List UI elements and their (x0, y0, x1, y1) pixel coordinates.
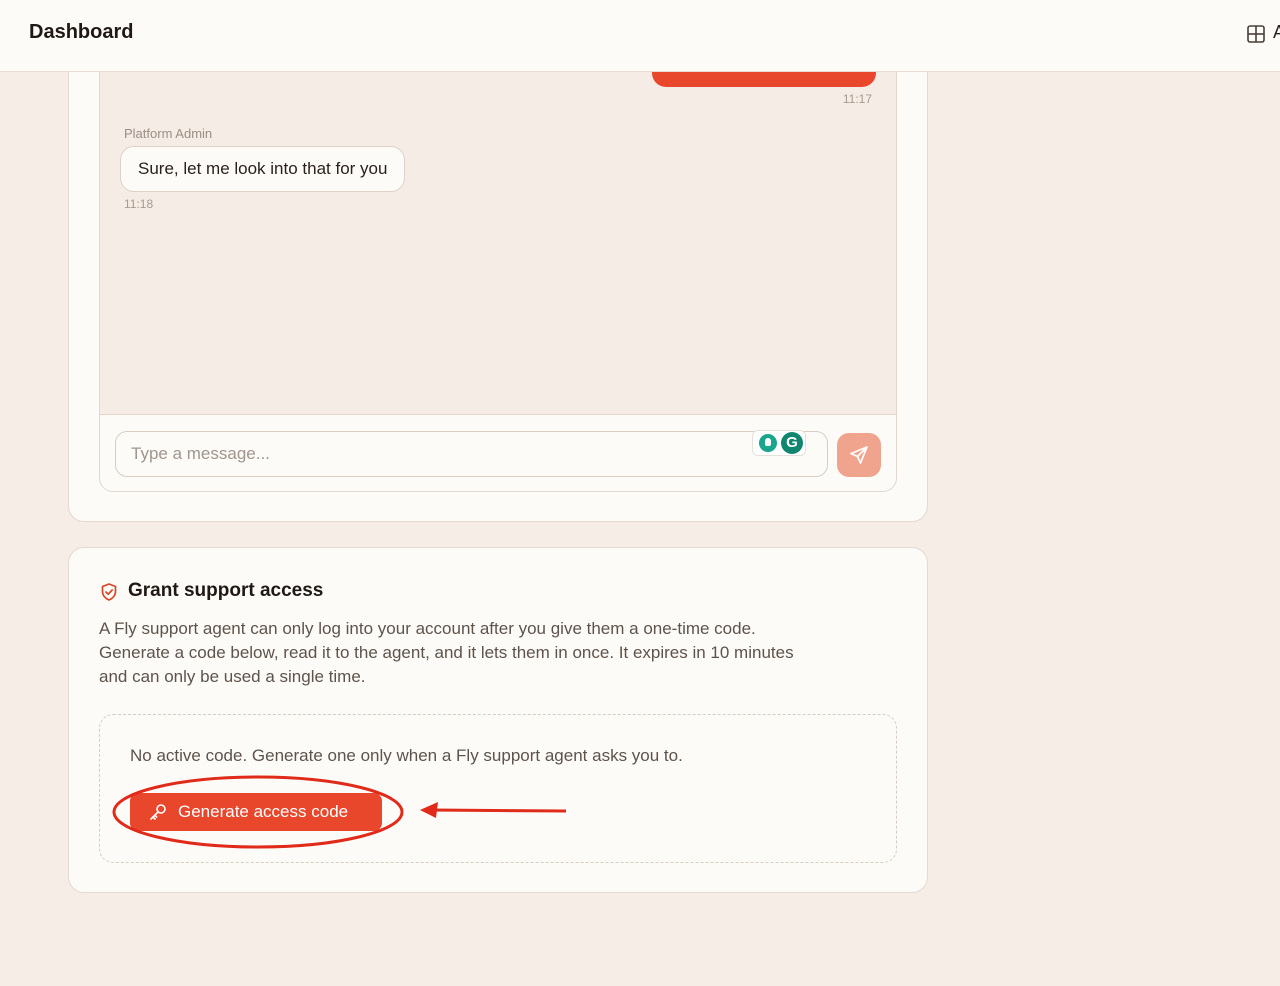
send-button[interactable] (837, 433, 881, 477)
message-input[interactable] (115, 431, 828, 477)
access-code-box: No active code. Generate one only when a… (99, 714, 897, 863)
top-bar: Dashboard A (0, 0, 1280, 72)
incoming-message-time: 11:18 (124, 197, 154, 211)
grammarly-icon[interactable]: G (781, 432, 803, 454)
message-list[interactable]: 11:17 Platform Admin Sure, let me look i… (100, 41, 896, 415)
browser-extension-icons[interactable]: G (752, 430, 806, 456)
grid-layout-icon[interactable] (1246, 24, 1266, 44)
generate-access-code-label: Generate access code (178, 802, 349, 821)
chat-panel: 11:17 Platform Admin Sure, let me look i… (99, 40, 897, 492)
shield-check-icon (101, 583, 117, 601)
header-clipped-label[interactable]: A (1273, 22, 1280, 43)
message-sender-name: Platform Admin (124, 126, 213, 141)
grant-access-description: A Fly support agent can only log into yo… (99, 619, 794, 686)
key-icon (150, 804, 166, 820)
send-icon (850, 446, 868, 464)
page-title: Dashboard (29, 21, 134, 43)
grant-access-title: Grant support access (128, 580, 324, 601)
outgoing-message-time: 11:17 (842, 92, 872, 106)
incoming-message-bubble: Sure, let me look into that for you (120, 146, 406, 192)
code-status-text: No active code. Generate one only when a… (130, 746, 683, 765)
generate-access-code-button[interactable]: Generate access code (130, 793, 382, 831)
bulb-icon[interactable] (759, 434, 777, 452)
